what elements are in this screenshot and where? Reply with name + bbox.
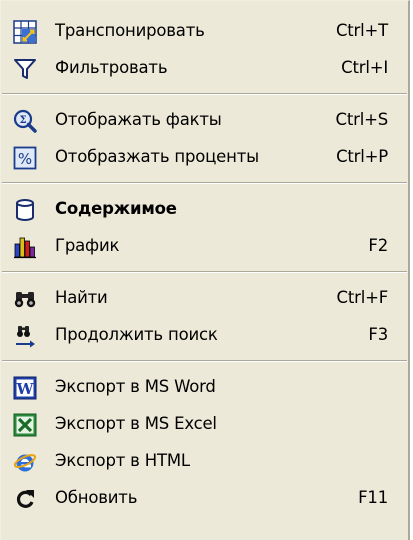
- menu-item-shortcut: Ctrl+P: [336, 147, 388, 166]
- menu-item-label: Транспонировать: [55, 21, 205, 40]
- menu-item-label: Экспорт в HTML: [55, 451, 190, 470]
- menu-item-export-word[interactable]: W Экспорт в MS Word: [1, 369, 408, 406]
- menu-separator: [1, 265, 408, 280]
- menu-item-chart[interactable]: График F2: [1, 228, 408, 265]
- menu-item-export-excel[interactable]: Экспорт в MS Excel: [1, 406, 408, 443]
- menu-item-filter[interactable]: Фильтровать Ctrl+I: [1, 50, 408, 87]
- refresh-icon: [13, 487, 37, 511]
- chart-icon: [13, 235, 37, 259]
- menu-item-label: Продолжить поиск: [55, 325, 218, 344]
- menu-item-show-facts[interactable]: Σ Отображать факты Ctrl+S: [1, 102, 408, 139]
- menu-item-shortcut: F3: [368, 325, 388, 344]
- menu-item-shortcut: Ctrl+S: [335, 110, 389, 129]
- menu-item-label: Найти: [55, 288, 108, 307]
- menu-item-label: Содержимое: [55, 199, 177, 218]
- menu-item-refresh[interactable]: Обновить F11: [1, 480, 408, 517]
- show-facts-icon: Σ: [13, 109, 37, 133]
- menu-item-find-next[interactable]: Продолжить поиск F3: [1, 317, 408, 354]
- menu-item-label: Экспорт в MS Excel: [55, 414, 217, 433]
- svg-text:W: W: [16, 380, 35, 398]
- menu-item-show-percent[interactable]: % Отобразжать проценты Ctrl+P: [1, 139, 408, 176]
- database-icon: [13, 198, 37, 222]
- menu-item-label: Отобразжать проценты: [55, 147, 259, 166]
- menu-item-label: Экспорт в MS Word: [55, 377, 216, 396]
- menu-item-shortcut: Ctrl+F: [336, 288, 389, 307]
- ie-icon: [13, 450, 37, 474]
- transpose-icon: [13, 20, 37, 44]
- menu-separator: [1, 87, 408, 102]
- percent-icon: %: [13, 146, 37, 170]
- excel-icon: [13, 413, 37, 437]
- context-menu: Транспонировать Ctrl+T Фильтровать Ctrl+…: [0, 0, 410, 540]
- menu-item-find[interactable]: Найти Ctrl+F: [1, 280, 408, 317]
- menu-item-shortcut: F2: [368, 236, 388, 255]
- menu-item-label: Отображать факты: [55, 110, 222, 129]
- find-next-icon: [13, 324, 37, 348]
- menu-item-transpose[interactable]: Транспонировать Ctrl+T: [1, 13, 408, 50]
- menu-item-contents[interactable]: Содержимое: [1, 191, 408, 228]
- svg-text:%: %: [18, 150, 32, 168]
- word-icon: W: [13, 376, 37, 400]
- menu-item-shortcut: Ctrl+I: [341, 58, 388, 77]
- svg-text:Σ: Σ: [19, 115, 26, 126]
- menu-item-export-html[interactable]: Экспорт в HTML: [1, 443, 408, 480]
- menu-item-label: Фильтровать: [55, 58, 168, 77]
- menu-separator: [1, 354, 408, 369]
- filter-icon: [13, 57, 37, 81]
- menu-item-label: Обновить: [55, 488, 138, 507]
- menu-item-shortcut: Ctrl+T: [335, 21, 388, 40]
- menu-item-label: График: [55, 236, 120, 255]
- menu-separator: [1, 176, 408, 191]
- binoculars-icon: [13, 287, 37, 311]
- menu-item-shortcut: F11: [358, 488, 388, 507]
